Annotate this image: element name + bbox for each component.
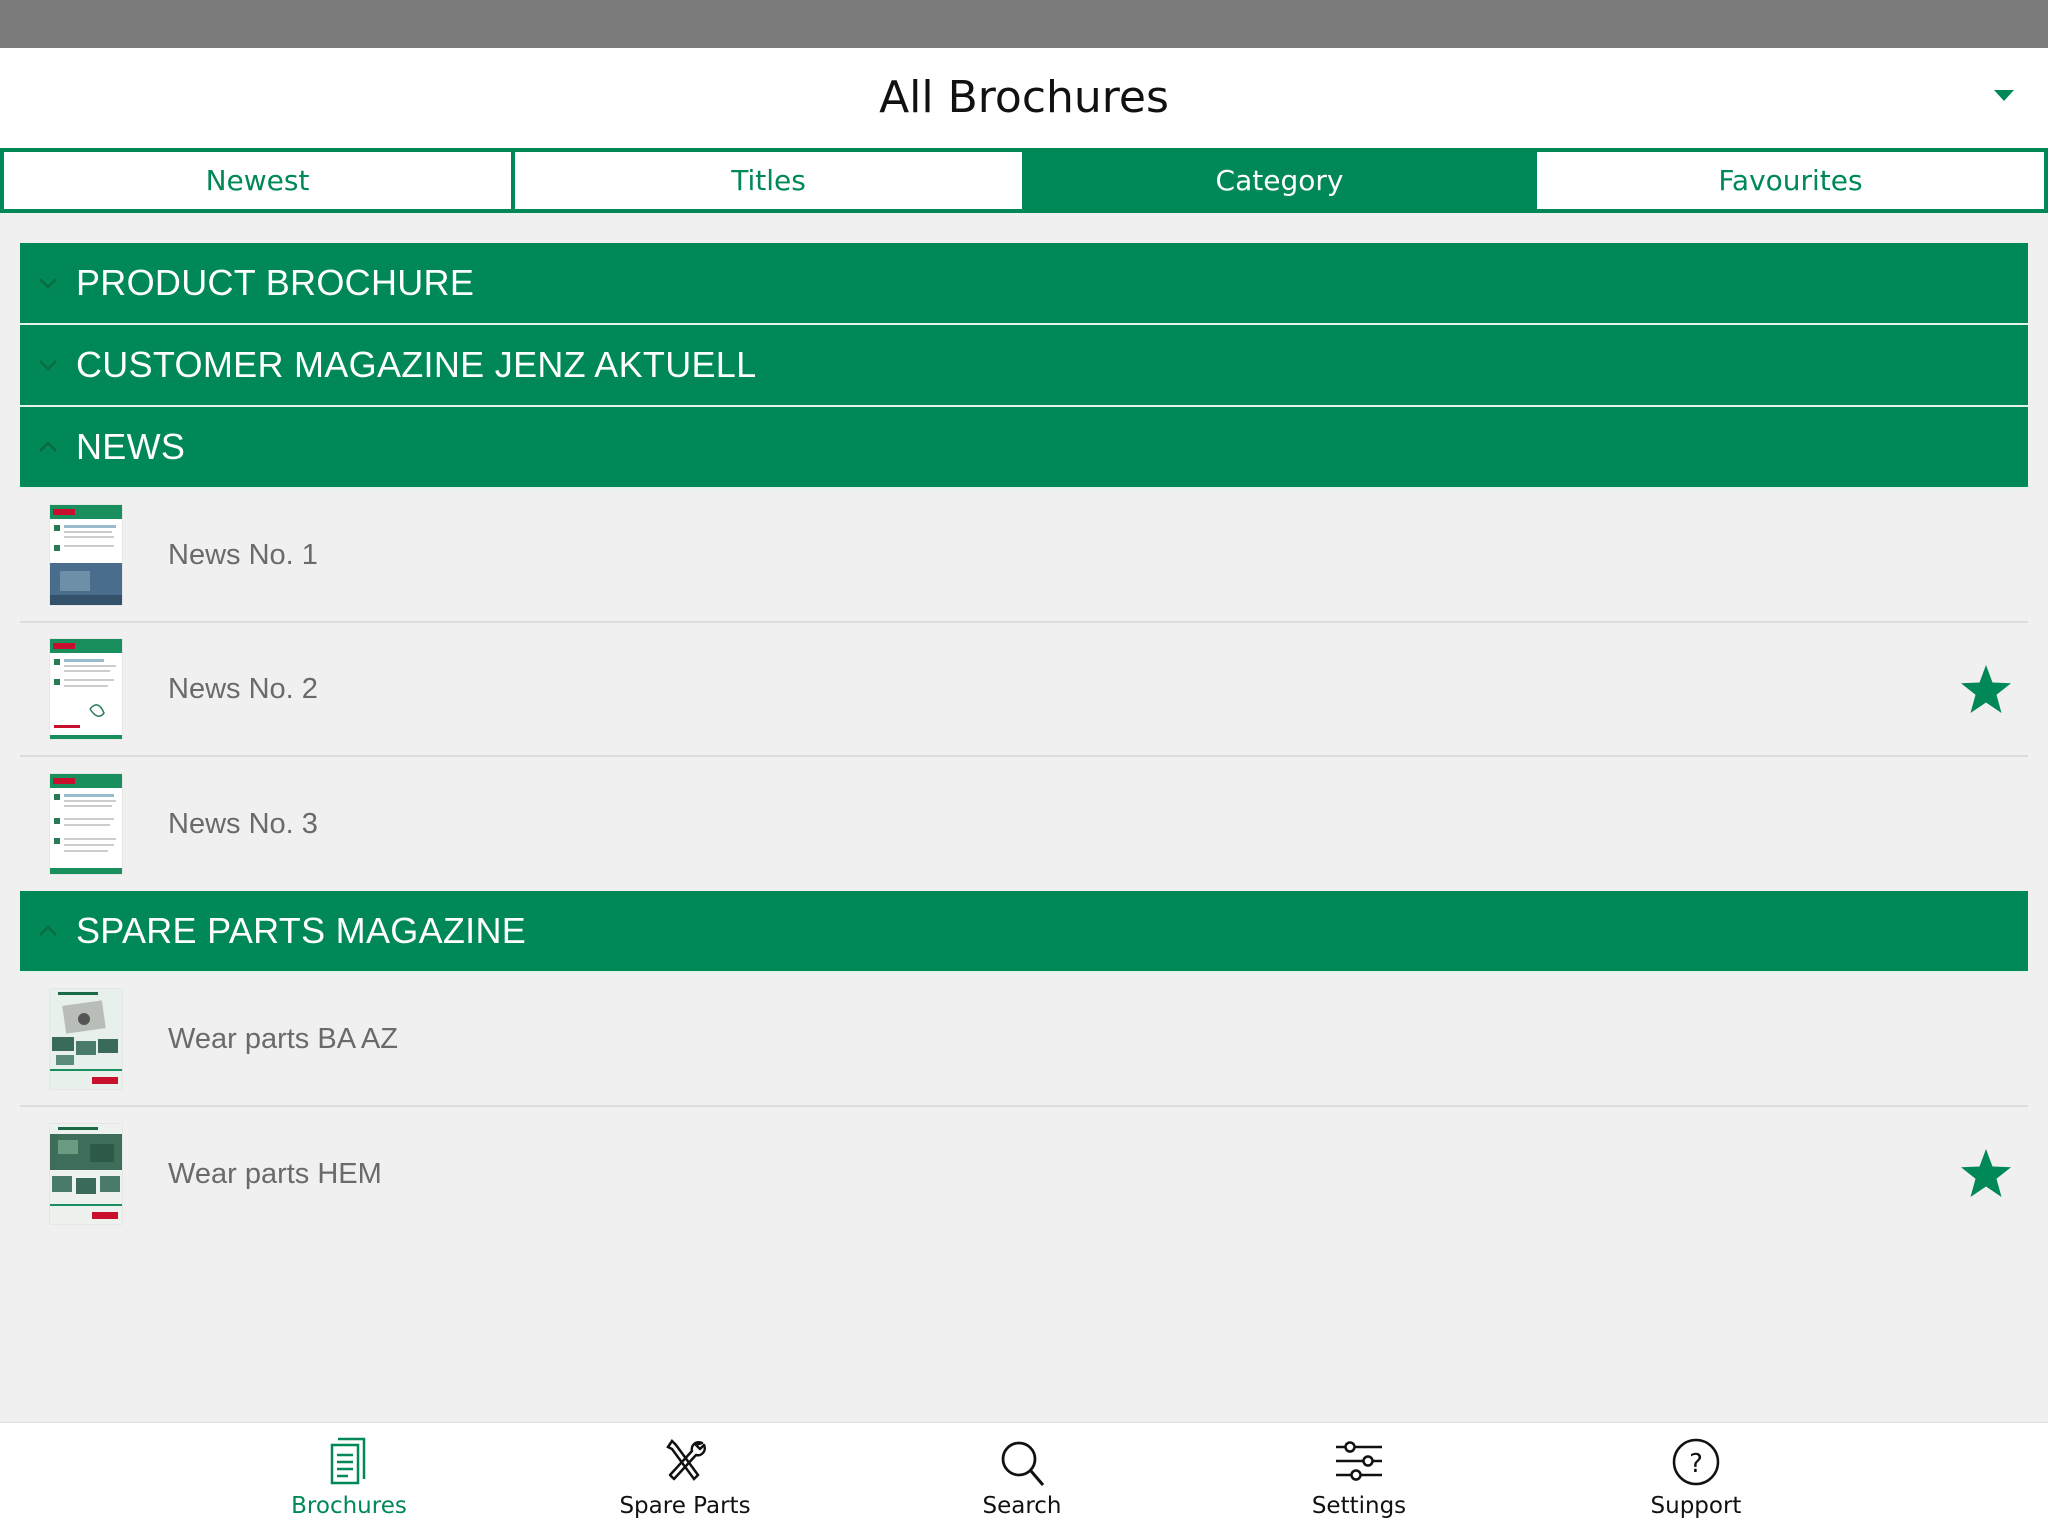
search-icon	[1001, 1441, 1045, 1486]
favourite-star-icon[interactable]	[1956, 1144, 2016, 1204]
tab-category[interactable]: Category	[1026, 152, 1533, 209]
chevron-down-icon	[20, 357, 76, 373]
status-bar	[0, 0, 2048, 48]
sliders-icon	[1336, 1441, 1382, 1481]
brochure-thumbnail	[50, 639, 122, 739]
page-title: All Brochures	[879, 72, 1169, 123]
brochure-thumbnail	[50, 505, 122, 605]
help-icon: ?	[1672, 1438, 1720, 1486]
tab-titles[interactable]: Titles	[515, 152, 1022, 209]
category-label: NEWS	[76, 426, 186, 467]
chevron-up-icon	[20, 439, 76, 455]
category-product-brochure[interactable]: PRODUCT BROCHURE	[20, 243, 2028, 325]
list-item[interactable]: News No. 1	[20, 489, 2028, 623]
tab-favourites[interactable]: Favourites	[1537, 152, 2044, 209]
tab-bar: Newest Titles Category Favourites	[0, 148, 2048, 213]
item-label: News No. 3	[168, 807, 318, 840]
list-item[interactable]: Wear parts HEM	[20, 1107, 2028, 1241]
category-label: SPARE PARTS MAGAZINE	[76, 910, 527, 951]
nav-settings[interactable]: Settings	[1259, 1423, 1459, 1536]
nav-support[interactable]: ? Support	[1596, 1423, 1796, 1536]
list-item[interactable]: News No. 3	[20, 757, 2028, 891]
dropdown-caret-icon[interactable]	[1994, 90, 2014, 101]
tab-newest[interactable]: Newest	[4, 152, 511, 209]
brochure-thumbnail	[50, 1124, 122, 1224]
item-label: Wear parts BA AZ	[168, 1022, 398, 1055]
nav-label: Brochures	[291, 1493, 407, 1519]
nav-brochures[interactable]: Brochures	[249, 1423, 449, 1536]
nav-label: Settings	[1311, 1493, 1407, 1519]
category-news[interactable]: NEWS	[20, 407, 2028, 489]
brochure-thumbnail	[50, 774, 122, 874]
chevron-down-icon	[20, 275, 76, 291]
favourite-star-icon[interactable]	[1956, 660, 2016, 720]
bottom-navigation: Brochures Spare Parts Search Settings ?	[0, 1422, 2048, 1536]
chevron-up-icon	[20, 923, 76, 939]
tools-icon	[666, 1439, 707, 1481]
category-label: CUSTOMER MAGAZINE JENZ AKTUELL	[76, 344, 757, 385]
header: All Brochures	[0, 48, 2048, 148]
nav-search[interactable]: Search	[922, 1423, 1122, 1536]
nav-label: Spare Parts	[619, 1493, 751, 1519]
svg-text:?: ?	[1689, 1449, 1703, 1479]
category-list: PRODUCT BROCHURE CUSTOMER MAGAZINE JENZ …	[20, 243, 2028, 1241]
category-customer-magazine[interactable]: CUSTOMER MAGAZINE JENZ AKTUELL	[20, 325, 2028, 407]
item-label: Wear parts HEM	[168, 1157, 382, 1190]
list-item[interactable]: Wear parts BA AZ	[20, 973, 2028, 1107]
category-label: PRODUCT BROCHURE	[76, 262, 475, 303]
list-item[interactable]: News No. 2	[20, 623, 2028, 757]
brochure-thumbnail	[50, 989, 122, 1089]
brochure-icon	[330, 1437, 366, 1485]
nav-label: Support	[1650, 1493, 1742, 1519]
category-spare-parts-magazine[interactable]: SPARE PARTS MAGAZINE	[20, 891, 2028, 973]
nav-spare-parts[interactable]: Spare Parts	[585, 1423, 785, 1536]
item-label: News No. 2	[168, 672, 318, 705]
nav-label: Search	[982, 1493, 1062, 1519]
item-label: News No. 1	[168, 538, 318, 571]
